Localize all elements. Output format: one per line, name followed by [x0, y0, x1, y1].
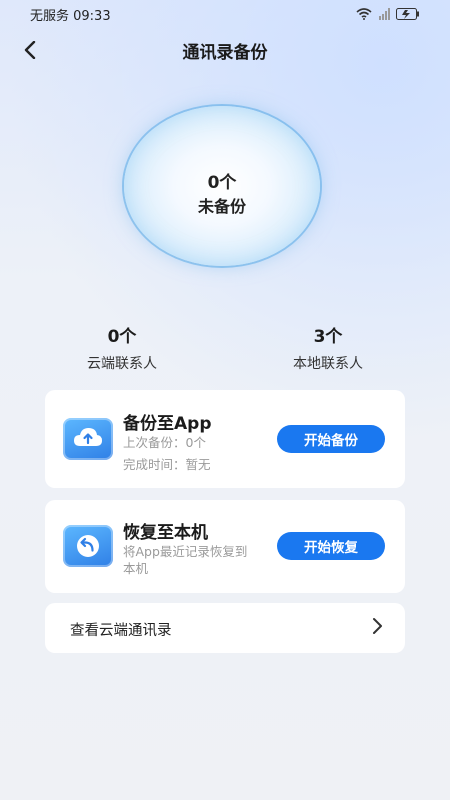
restore-title: 恢复至本机: [123, 523, 208, 543]
view-cloud-contacts-row[interactable]: 查看云端通讯录: [45, 603, 405, 653]
chevron-right-icon: [371, 617, 383, 639]
stat-label: 本地联系人: [293, 356, 363, 372]
wifi-icon: [356, 5, 372, 24]
status-bar: 无服务 09:33: [0, 0, 450, 26]
stat-value: 3个: [313, 327, 343, 347]
restore-desc-line1: 将App最近记录恢复到: [123, 544, 248, 559]
start-restore-button[interactable]: 开始恢复: [277, 532, 385, 560]
status-icons: [356, 5, 420, 24]
signal-icon: [378, 5, 390, 24]
battery-icon: [396, 5, 420, 24]
view-cloud-contacts-label: 查看云端通讯录: [70, 623, 172, 639]
unbacked-count: 0个: [207, 173, 237, 193]
stat-value: 0个: [107, 327, 137, 347]
unbacked-label: 未备份: [197, 197, 246, 216]
backup-finish-time: 完成时间：暂无: [123, 457, 211, 472]
backup-title: 备份至App: [123, 414, 212, 434]
restore-desc-line2: 本机: [123, 561, 149, 576]
restore-card: 恢复至本机 将App最近记录恢复到 本机 开始恢复: [45, 500, 405, 593]
start-backup-button[interactable]: 开始备份: [277, 425, 385, 453]
nav-bar: 通讯录备份: [0, 30, 450, 70]
status-carrier-time: 无服务 09:33: [30, 9, 111, 24]
stat-local-contacts: 3个 本地联系人: [258, 322, 398, 373]
page-title: 通讯录备份: [182, 43, 268, 63]
restore-arrow-icon: [63, 525, 113, 567]
cloud-upload-icon: [63, 418, 113, 460]
backup-card: 备份至App 上次备份：0个 完成时间：暂无 开始备份: [45, 390, 405, 488]
stat-label: 云端联系人: [87, 356, 157, 372]
backup-last-count: 上次备份：0个: [123, 435, 206, 450]
backup-status-orb: 0个 未备份: [124, 106, 320, 266]
stat-cloud-contacts: 0个 云端联系人: [52, 322, 192, 373]
